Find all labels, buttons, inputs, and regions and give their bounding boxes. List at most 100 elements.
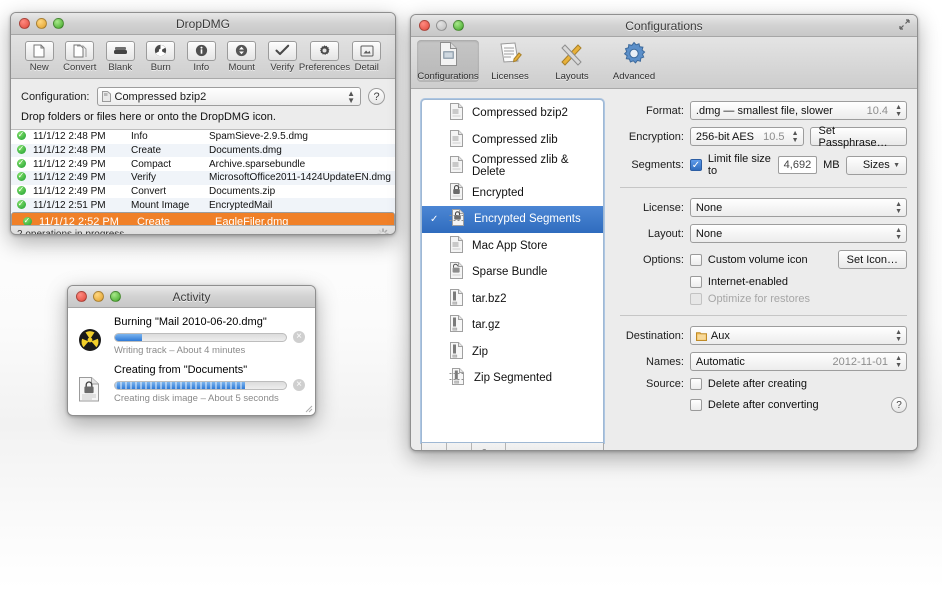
list-item[interactable]: Encrypted	[422, 180, 603, 207]
custom-volume-icon-label: Custom volume icon	[708, 254, 808, 266]
configurations-list[interactable]: Compressed bzip2Compressed zlibCompresse…	[421, 99, 604, 443]
burn-disc-icon	[146, 41, 175, 61]
document-icon	[449, 130, 464, 150]
configurations-tabbar: ConfigurationsLicenses Layouts Advanced	[411, 37, 917, 89]
log-name: Documents.dmg	[209, 145, 395, 156]
window-controls	[19, 18, 64, 29]
internet-enabled-row: Internet-enabled	[690, 276, 907, 288]
format-row: Format: .dmg — smallest file, slower 10.…	[616, 101, 907, 120]
resize-grip[interactable]	[303, 403, 313, 413]
table-row[interactable]: 11/1/12 2:49 PMVerifyMicrosoftOffice2011…	[11, 171, 395, 185]
toolbar-mount-button[interactable]: Mount	[222, 41, 263, 73]
list-item[interactable]: tar.gz	[422, 312, 603, 339]
toolbar-blank-button[interactable]: Blank	[100, 41, 141, 73]
limit-file-size-input[interactable]: 4,692	[778, 156, 817, 174]
destination-row: Destination: Aux ▲▼	[616, 326, 907, 345]
configurations-titlebar[interactable]: Configurations	[411, 15, 917, 37]
document-icon	[449, 156, 464, 176]
log-action: Create	[137, 216, 215, 225]
toolbar-verify-button[interactable]: Verify	[262, 41, 303, 73]
help-button[interactable]: ?	[368, 88, 385, 105]
table-row[interactable]: 11/1/12 2:49 PMCompactArchive.sparsebund…	[11, 157, 395, 171]
table-row[interactable]: 11/1/12 2:49 PMConvertDocuments.zip	[11, 185, 395, 199]
list-item[interactable]: Compressed zlib & Delete	[422, 153, 603, 180]
tab-licenses[interactable]: Licenses	[479, 40, 541, 82]
configurations-minimize-button[interactable]	[436, 20, 447, 31]
cancel-operation-button[interactable]: ×	[293, 331, 305, 343]
list-item[interactable]: Zip	[422, 339, 603, 366]
activity-titlebar[interactable]: Activity	[68, 286, 315, 308]
operations-log-table[interactable]: 11/1/12 2:48 PMInfoSpamSieve-2.9.5.dmg11…	[11, 129, 395, 225]
configuration-popup[interactable]: Compressed bzip2 ▲▼	[97, 87, 362, 106]
configurations-list-column: Compressed bzip2Compressed zlibCompresse…	[421, 99, 604, 451]
toolbar-burn-button[interactable]: Burn	[141, 41, 182, 73]
format-label: Format:	[616, 105, 684, 117]
list-item[interactable]: Compressed bzip2	[422, 100, 603, 127]
layout-value: None	[696, 228, 722, 240]
encryption-select[interactable]: 256-bit AES 10.5 ▲▼	[690, 127, 804, 146]
log-name: Documents.zip	[209, 186, 395, 197]
toolbar-blank-label: Blank	[108, 62, 132, 73]
toolbar-detail-button[interactable]: Detail	[347, 41, 388, 73]
internet-enabled-checkbox[interactable]	[690, 276, 702, 288]
names-select[interactable]: Automatic 2012-11-01 ▲▼	[690, 352, 907, 371]
toolbar-info-button[interactable]: Info	[181, 41, 222, 73]
tab-label: Layouts	[555, 71, 588, 82]
license-select[interactable]: None ▲▼	[690, 198, 907, 217]
table-row[interactable]: 11/1/12 2:51 PMMount ImageEncryptedMail	[11, 198, 395, 212]
list-item[interactable]: ✓Encrypted Segments	[422, 206, 603, 233]
format-version: 10.4	[867, 105, 890, 117]
list-item[interactable]: Sparse Bundle	[422, 259, 603, 286]
limit-file-size-checkbox[interactable]: ✓	[690, 159, 702, 171]
chevron-updown-icon: ▲▼	[895, 329, 902, 343]
cancel-operation-button[interactable]: ×	[293, 379, 305, 391]
remove-configuration-button[interactable]: −	[447, 443, 472, 451]
delete-after-creating-checkbox[interactable]	[690, 378, 702, 390]
close-button[interactable]	[19, 18, 30, 29]
sizes-menu-button[interactable]: Sizes ▼	[846, 156, 907, 175]
segments-row: Segments: ✓ Limit file size to 4,692 MB …	[616, 153, 907, 177]
minimize-button[interactable]	[36, 18, 47, 29]
destination-value: Aux	[711, 330, 730, 342]
configurations-help-button[interactable]: ?	[891, 397, 907, 413]
activity-list: Burning "Mail 2010-06-20.dmg"×Writing tr…	[68, 308, 315, 416]
table-row[interactable]: 11/1/12 2:48 PMInfoSpamSieve-2.9.5.dmg	[11, 130, 395, 144]
destination-select[interactable]: Aux ▲▼	[690, 326, 907, 345]
layout-select[interactable]: None ▲▼	[690, 224, 907, 243]
activity-close-button[interactable]	[76, 291, 87, 302]
gear-icon	[310, 41, 339, 61]
format-select[interactable]: .dmg — smallest file, slower 10.4 ▲▼	[690, 101, 907, 120]
table-row[interactable]: 11/1/12 2:52 PMCreateEagleFiler.dmg	[11, 212, 395, 225]
add-configuration-button[interactable]: +	[422, 443, 447, 451]
activity-zoom-button[interactable]	[110, 291, 121, 302]
list-item[interactable]: tar.bz2	[422, 286, 603, 313]
configuration-name: Sparse Bundle	[472, 266, 547, 278]
layout-label: Layout:	[616, 228, 684, 240]
checkmark-icon	[268, 41, 297, 61]
chevron-updown-icon: ▲▼	[895, 104, 902, 118]
configurations-zoom-button[interactable]	[453, 20, 464, 31]
list-item[interactable]: Zip Segmented	[422, 365, 603, 392]
set-icon-button[interactable]: Set Icon…	[838, 250, 907, 269]
dropdmg-titlebar[interactable]: DropDMG	[11, 13, 395, 35]
info-icon	[187, 41, 216, 61]
names-row: Names: Automatic 2012-11-01 ▲▼	[616, 352, 907, 371]
tab-layouts[interactable]: Layouts	[541, 40, 603, 82]
tab-configurations[interactable]: Configurations	[417, 40, 479, 82]
configurations-close-button[interactable]	[419, 20, 430, 31]
zoom-button[interactable]	[53, 18, 64, 29]
list-item[interactable]: Mac App Store	[422, 233, 603, 260]
fullscreen-icon[interactable]	[899, 19, 911, 31]
custom-volume-icon-checkbox[interactable]	[690, 254, 702, 266]
radiation-burn-icon	[78, 316, 106, 356]
set-passphrase-button[interactable]: Set Passphrase…	[810, 127, 908, 146]
toolbar-new-button[interactable]: New	[19, 41, 60, 73]
list-item[interactable]: Compressed zlib	[422, 127, 603, 154]
activity-minimize-button[interactable]	[93, 291, 104, 302]
delete-after-converting-checkbox[interactable]	[690, 399, 702, 411]
toolbar-preferences-button[interactable]: Preferences	[303, 41, 347, 73]
table-row[interactable]: 11/1/12 2:48 PMCreateDocuments.dmg	[11, 144, 395, 158]
configuration-action-menu-button[interactable]: ▼	[472, 443, 506, 451]
tab-advanced[interactable]: Advanced	[603, 40, 665, 82]
toolbar-convert-button[interactable]: Convert	[60, 41, 101, 73]
